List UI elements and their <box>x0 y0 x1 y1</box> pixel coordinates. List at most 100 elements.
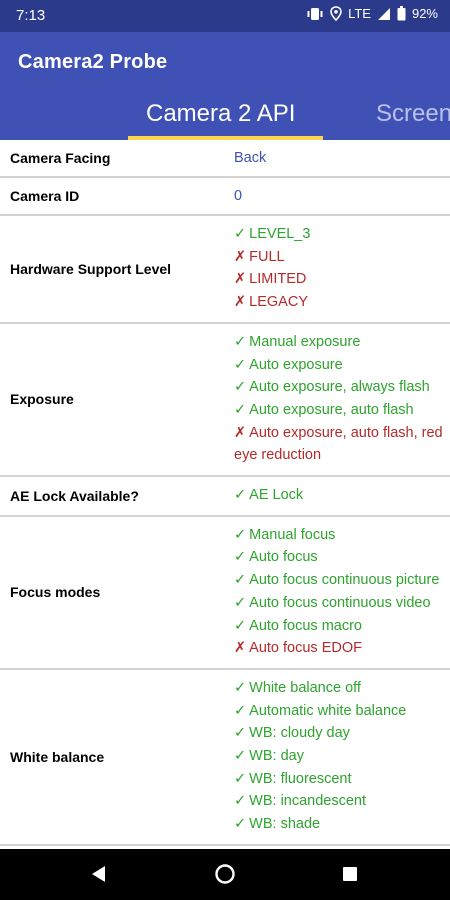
item-text: WB: cloudy day <box>249 725 350 742</box>
supported-item: ✓ Auto exposure <box>234 354 450 377</box>
row-label: AE Lock Available? <box>10 487 139 504</box>
supported-item: ✓ Auto focus continuous video <box>234 592 450 615</box>
check-icon: ✓ <box>234 487 247 504</box>
item-text: Auto exposure, auto flash, red eye reduc… <box>234 424 443 464</box>
check-icon: ✓ <box>234 770 247 787</box>
check-icon: ✓ <box>234 725 247 742</box>
properties-table: Camera Facing Back Camera ID 0 Hardware … <box>0 140 450 846</box>
row-value-list: ✓ LEVEL_3 ✗ FULL ✗ LIMITED ✗ LEGACY <box>234 216 450 322</box>
battery-percent: 92% <box>411 6 438 21</box>
table-row: Focus modes ✓ Manual focus ✓ Auto focus ✓ Aut… <box>0 517 450 670</box>
check-icon: ✓ <box>234 594 247 611</box>
row-value-list: ✓ White balance off ✓ Automatic white balan… <box>234 670 450 844</box>
row-value-list: ✓ AE Lock <box>234 477 450 515</box>
cross-icon: ✗ <box>234 294 247 311</box>
supported-item: ✓ Auto focus macro <box>234 615 450 638</box>
navigation-bar <box>0 849 450 900</box>
status-bar: 7:13 LTE 92% <box>0 0 450 32</box>
location-icon <box>330 6 342 21</box>
table-row: Camera ID 0 <box>0 178 450 216</box>
row-label: White balance <box>10 748 105 765</box>
item-text: Manual exposure <box>249 333 361 350</box>
supported-item: ✓ Auto focus <box>234 546 450 569</box>
row-label: Exposure <box>10 391 74 408</box>
check-icon: ✓ <box>234 549 247 566</box>
table-row: White balance ✓ White balance off ✓ Automat… <box>0 670 450 846</box>
supported-item: ✓ WB: shade <box>234 813 450 836</box>
item-text: LEGACY <box>249 294 308 311</box>
supported-item: ✓ AE Lock <box>234 484 450 507</box>
supported-item: ✓ WB: incandescent <box>234 790 450 813</box>
item-text: AE Lock <box>249 487 304 504</box>
unsupported-item: ✗ LIMITED <box>234 268 450 291</box>
cross-icon: ✗ <box>234 271 247 288</box>
item-text: Auto focus EDOF <box>249 640 362 657</box>
tab-camera-2-api[interactable]: Camera 2 API <box>146 100 295 128</box>
check-icon: ✓ <box>234 816 247 833</box>
check-icon: ✓ <box>234 702 247 719</box>
supported-item: ✓ Auto exposure, auto flash <box>234 399 450 422</box>
home-icon[interactable] <box>214 863 236 885</box>
back-icon[interactable] <box>88 863 110 885</box>
supported-item: ✓ WB: cloudy day <box>234 722 450 745</box>
check-icon: ✓ <box>234 572 247 589</box>
supported-item: ✓ Manual focus <box>234 524 450 547</box>
cross-icon: ✗ <box>234 248 247 265</box>
item-text: WB: fluorescent <box>249 770 352 787</box>
item-text: White balance off <box>249 679 361 696</box>
cross-icon: ✗ <box>234 424 247 441</box>
app-title: Camera2 Probe <box>18 51 168 73</box>
supported-item: ✓ Auto exposure, always flash <box>234 376 450 399</box>
supported-item: ✓ Auto focus continuous picture <box>234 569 450 592</box>
item-text: Auto exposure <box>249 356 343 373</box>
app-bar: Camera2 Probe <box>0 32 450 94</box>
check-icon: ✓ <box>234 226 247 242</box>
signal-icon <box>377 7 391 21</box>
supported-item: ✓ Automatic white balance <box>234 700 450 723</box>
row-value-list: ✓ Manual focus ✓ Auto focus ✓ Auto focus cont… <box>234 517 450 668</box>
vibrate-icon <box>306 7 324 21</box>
item-text: Manual focus <box>249 526 336 543</box>
item-text: WB: shade <box>249 816 321 833</box>
item-text: LEVEL_3 <box>249 226 311 242</box>
check-icon: ✓ <box>234 356 247 373</box>
recents-icon[interactable] <box>339 863 361 885</box>
check-icon: ✓ <box>234 793 247 810</box>
battery-icon <box>397 6 406 21</box>
item-text: Auto exposure, always flash <box>249 379 430 396</box>
check-icon: ✓ <box>234 379 247 396</box>
supported-item: ✓ LEVEL_3 <box>234 223 450 246</box>
row-value-list: ✓ Manual exposure ✓ Auto exposure ✓ Auto expo… <box>234 324 450 475</box>
supported-item: ✓ WB: fluorescent <box>234 768 450 791</box>
check-icon: ✓ <box>234 526 247 543</box>
item-text: WB: incandescent <box>249 793 367 810</box>
row-value: 0 <box>234 187 243 204</box>
item-text: FULL <box>249 248 285 265</box>
table-row: Exposure ✓ Manual exposure ✓ Auto exposure ✓… <box>0 324 450 478</box>
supported-item: ✓ Manual exposure <box>234 331 450 354</box>
item-text: Auto focus macro <box>249 617 362 634</box>
check-icon: ✓ <box>234 333 247 350</box>
unsupported-item: ✗ Auto focus EDOF <box>234 637 450 660</box>
table-row: AE Lock Available? ✓ AE Lock <box>0 477 450 517</box>
table-row: Hardware Support Level ✓ LEVEL_3 ✗ FULL ✗ LIM… <box>0 216 450 324</box>
cross-icon: ✗ <box>234 640 247 657</box>
row-label: Camera Facing <box>10 150 111 166</box>
tab-screen[interactable]: Screen <box>376 100 450 128</box>
network-label: LTE <box>348 6 371 21</box>
item-text: Auto focus continuous picture <box>249 572 440 589</box>
status-icons: LTE 92% <box>306 6 438 21</box>
row-label: Focus modes <box>10 584 101 601</box>
unsupported-item: ✗ Auto exposure, auto flash, red eye redu… <box>234 422 450 467</box>
unsupported-item: ✗ FULL <box>234 246 450 269</box>
item-text: Auto focus <box>249 549 318 566</box>
check-icon: ✓ <box>234 679 247 696</box>
table-row: Camera Facing Back <box>0 140 450 178</box>
unsupported-item: ✗ LEGACY <box>234 291 450 314</box>
check-icon: ✓ <box>234 748 247 765</box>
status-time: 7:13 <box>16 7 46 24</box>
check-icon: ✓ <box>234 401 247 418</box>
tab-bar: Camera 2 API Screen <box>0 94 450 140</box>
supported-item: ✓ WB: day <box>234 745 450 768</box>
item-text: LIMITED <box>249 271 307 288</box>
